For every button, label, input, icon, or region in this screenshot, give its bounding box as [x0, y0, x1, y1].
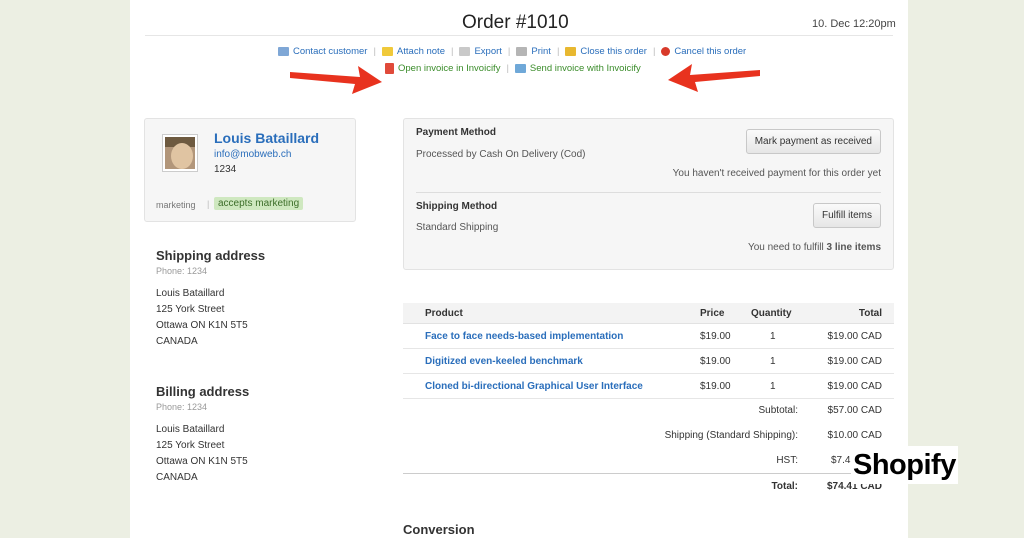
- toolbar-separator: |: [373, 46, 376, 57]
- contact-customer-link[interactable]: Contact customer: [278, 46, 367, 57]
- marketing-badge: accepts marketing: [214, 197, 304, 210]
- lock-icon: [565, 47, 577, 56]
- conversion-heading: Conversion: [403, 522, 475, 537]
- shipping-cost-value: $10.00 CAD: [827, 430, 882, 441]
- product-quantity: 1: [770, 381, 776, 392]
- toolbar-separator: |: [507, 46, 511, 57]
- column-header-price: Price: [700, 308, 725, 319]
- shipping-address-phone: Phone: 1234: [156, 266, 208, 276]
- open-invoice-link[interactable]: Open invoice in Invoicify: [385, 63, 500, 74]
- toolbar-separator: |: [450, 46, 454, 57]
- shipping-method-heading: Shipping Method: [416, 201, 498, 212]
- billing-address-line: Ottawa ON K1N 5T5: [156, 456, 248, 467]
- send-invoice-label: Send invoice with Invoicify: [529, 63, 641, 74]
- column-header-product: Product: [425, 308, 463, 319]
- panel-divider: [416, 192, 881, 193]
- attach-note-label: Attach note: [396, 46, 445, 57]
- cancel-icon: [661, 47, 671, 56]
- shipping-address-line: CANADA: [156, 336, 198, 347]
- column-header-quantity: Quantity: [751, 308, 792, 319]
- hst-value: $7.4: [831, 455, 851, 466]
- product-price: $19.00: [700, 356, 731, 367]
- export-icon: [459, 47, 471, 56]
- table-row: Face to face needs-based implementation …: [403, 324, 894, 349]
- print-label: Print: [531, 46, 551, 57]
- close-order-label: Close this order: [580, 46, 647, 57]
- page-title: Order #1010: [462, 12, 569, 33]
- billing-address-line: CANADA: [156, 472, 198, 483]
- toolbar-separator: |: [506, 63, 509, 74]
- customer-email-link[interactable]: info@mobweb.ch: [214, 149, 291, 160]
- product-quantity: 1: [770, 356, 776, 367]
- customer-name-link[interactable]: Louis Bataillard: [214, 130, 319, 146]
- payment-shipping-panel: Payment Method Processed by Cash On Deli…: [403, 118, 894, 270]
- total-divider: [403, 473, 894, 474]
- arrow-left-icon: [290, 66, 382, 94]
- table-row: Cloned bi-directional Graphical User Int…: [403, 374, 894, 399]
- send-invoice-link[interactable]: Send invoice with Invoicify: [514, 63, 641, 74]
- fulfill-status-text: You need to fulfill 3 line items: [748, 242, 881, 253]
- shipping-method-text: Standard Shipping: [416, 222, 499, 233]
- product-total: $19.00 CAD: [827, 356, 882, 367]
- open-invoice-label: Open invoice in Invoicify: [398, 63, 501, 74]
- shipping-address-line: Louis Bataillard: [156, 288, 225, 299]
- billing-address-line: Louis Bataillard: [156, 424, 225, 435]
- send-mail-icon: [514, 64, 526, 73]
- printer-icon: [516, 47, 528, 56]
- product-link[interactable]: Cloned bi-directional Graphical User Int…: [425, 381, 643, 392]
- invoicify-toolbar: Open invoice in Invoicify | Send invoice…: [385, 63, 641, 74]
- table-row: Digitized even-keeled benchmark $19.00 1…: [403, 349, 894, 374]
- customer-card: Louis Bataillard info@mobweb.ch 1234 mar…: [144, 118, 356, 222]
- customer-phone: 1234: [214, 164, 237, 175]
- toolbar-separator: |: [652, 46, 656, 57]
- print-link[interactable]: Print: [516, 46, 551, 57]
- fulfill-status-count: 3 line items: [826, 242, 881, 253]
- close-order-link[interactable]: Close this order: [565, 46, 647, 57]
- shipping-address-heading: Shipping address: [156, 248, 266, 263]
- product-total: $19.00 CAD: [827, 331, 882, 342]
- hst-label: HST:: [776, 455, 798, 466]
- header-divider: [145, 35, 893, 36]
- payment-method-heading: Payment Method: [416, 127, 497, 138]
- product-link[interactable]: Face to face needs-based implementation: [425, 331, 623, 342]
- product-total: $19.00 CAD: [827, 381, 882, 392]
- products-table-header: Product Price Quantity Total: [403, 303, 894, 324]
- payment-method-text: Processed by Cash On Delivery (Cod): [416, 149, 586, 160]
- avatar: [163, 135, 197, 171]
- subtotal-value: $57.00 CAD: [827, 405, 882, 416]
- toolbar-separator: |: [556, 46, 560, 57]
- envelope-icon: [278, 47, 289, 56]
- product-price: $19.00: [700, 381, 731, 392]
- billing-address-line: 125 York Street: [156, 440, 225, 451]
- shipping-address-line: 125 York Street: [156, 304, 225, 315]
- export-link[interactable]: Export: [459, 46, 502, 57]
- marketing-separator: |: [207, 199, 210, 209]
- product-price: $19.00: [700, 331, 731, 342]
- billing-address-phone: Phone: 1234: [156, 402, 208, 412]
- mark-payment-button[interactable]: Mark payment as received: [745, 129, 881, 154]
- arrow-right-icon: [668, 64, 760, 92]
- contact-customer-label: Contact customer: [293, 46, 368, 57]
- subtotal-label: Subtotal:: [758, 405, 798, 416]
- product-quantity: 1: [770, 331, 776, 342]
- shipping-address-line: Ottawa ON K1N 5T5: [156, 320, 248, 331]
- shipping-cost-label: Shipping (Standard Shipping):: [664, 430, 798, 441]
- column-header-total: Total: [858, 308, 882, 319]
- note-icon: [381, 47, 393, 56]
- order-date: 10. Dec 12:20pm: [812, 18, 896, 30]
- fulfill-status-prefix: You need to fulfill: [747, 242, 824, 253]
- attach-note-link[interactable]: Attach note: [381, 46, 445, 57]
- shopify-logo: Shopify: [851, 446, 958, 484]
- billing-address-heading: Billing address: [156, 384, 250, 399]
- marketing-label: marketing: [156, 200, 196, 210]
- total-label: Total:: [771, 481, 798, 492]
- fulfill-items-button[interactable]: Fulfill items: [812, 203, 881, 228]
- product-link[interactable]: Digitized even-keeled benchmark: [425, 356, 583, 367]
- export-label: Export: [474, 46, 502, 57]
- payment-status-text: You haven't received payment for this or…: [672, 168, 881, 179]
